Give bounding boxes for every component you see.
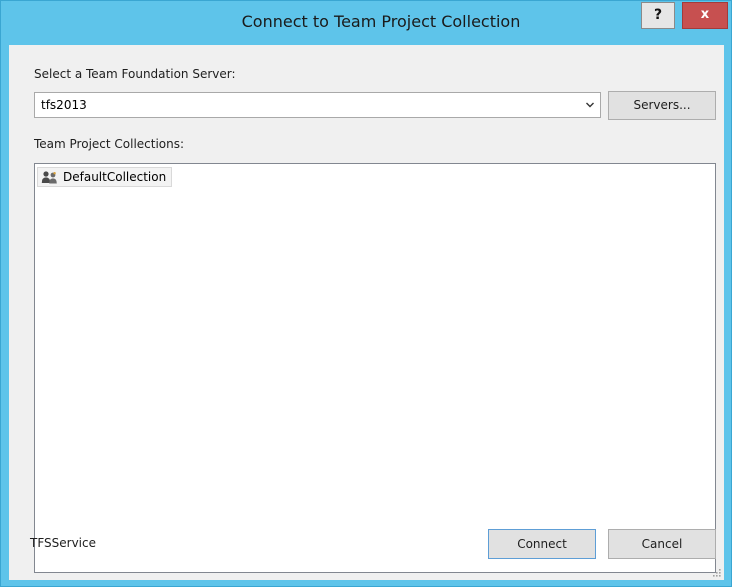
list-item-label: DefaultCollection — [63, 170, 167, 184]
server-label: Select a Team Foundation Server: — [34, 67, 236, 81]
dialog-window: Connect to Team Project Collection ? x S… — [0, 0, 732, 587]
status-text: TFSService — [30, 536, 96, 550]
title-bar[interactable]: Connect to Team Project Collection ? x — [1, 1, 731, 45]
resize-grip-icon[interactable] — [712, 568, 722, 578]
team-group-icon — [41, 171, 57, 184]
collections-label: Team Project Collections: — [34, 137, 185, 151]
connect-button[interactable]: Connect — [488, 529, 596, 559]
cancel-button[interactable]: Cancel — [608, 529, 716, 559]
dialog-content: Select a Team Foundation Server: tfs2013… — [9, 45, 724, 580]
collections-list[interactable]: DefaultCollection — [34, 163, 716, 573]
servers-button[interactable]: Servers... — [608, 91, 716, 120]
window-title: Connect to Team Project Collection — [241, 12, 521, 31]
server-combobox-value: tfs2013 — [41, 98, 87, 112]
help-button[interactable]: ? — [641, 2, 675, 29]
list-item[interactable]: DefaultCollection — [37, 167, 173, 187]
chevron-down-icon[interactable] — [585, 100, 595, 110]
close-button[interactable]: x — [682, 2, 728, 29]
server-combobox[interactable]: tfs2013 — [34, 92, 601, 118]
